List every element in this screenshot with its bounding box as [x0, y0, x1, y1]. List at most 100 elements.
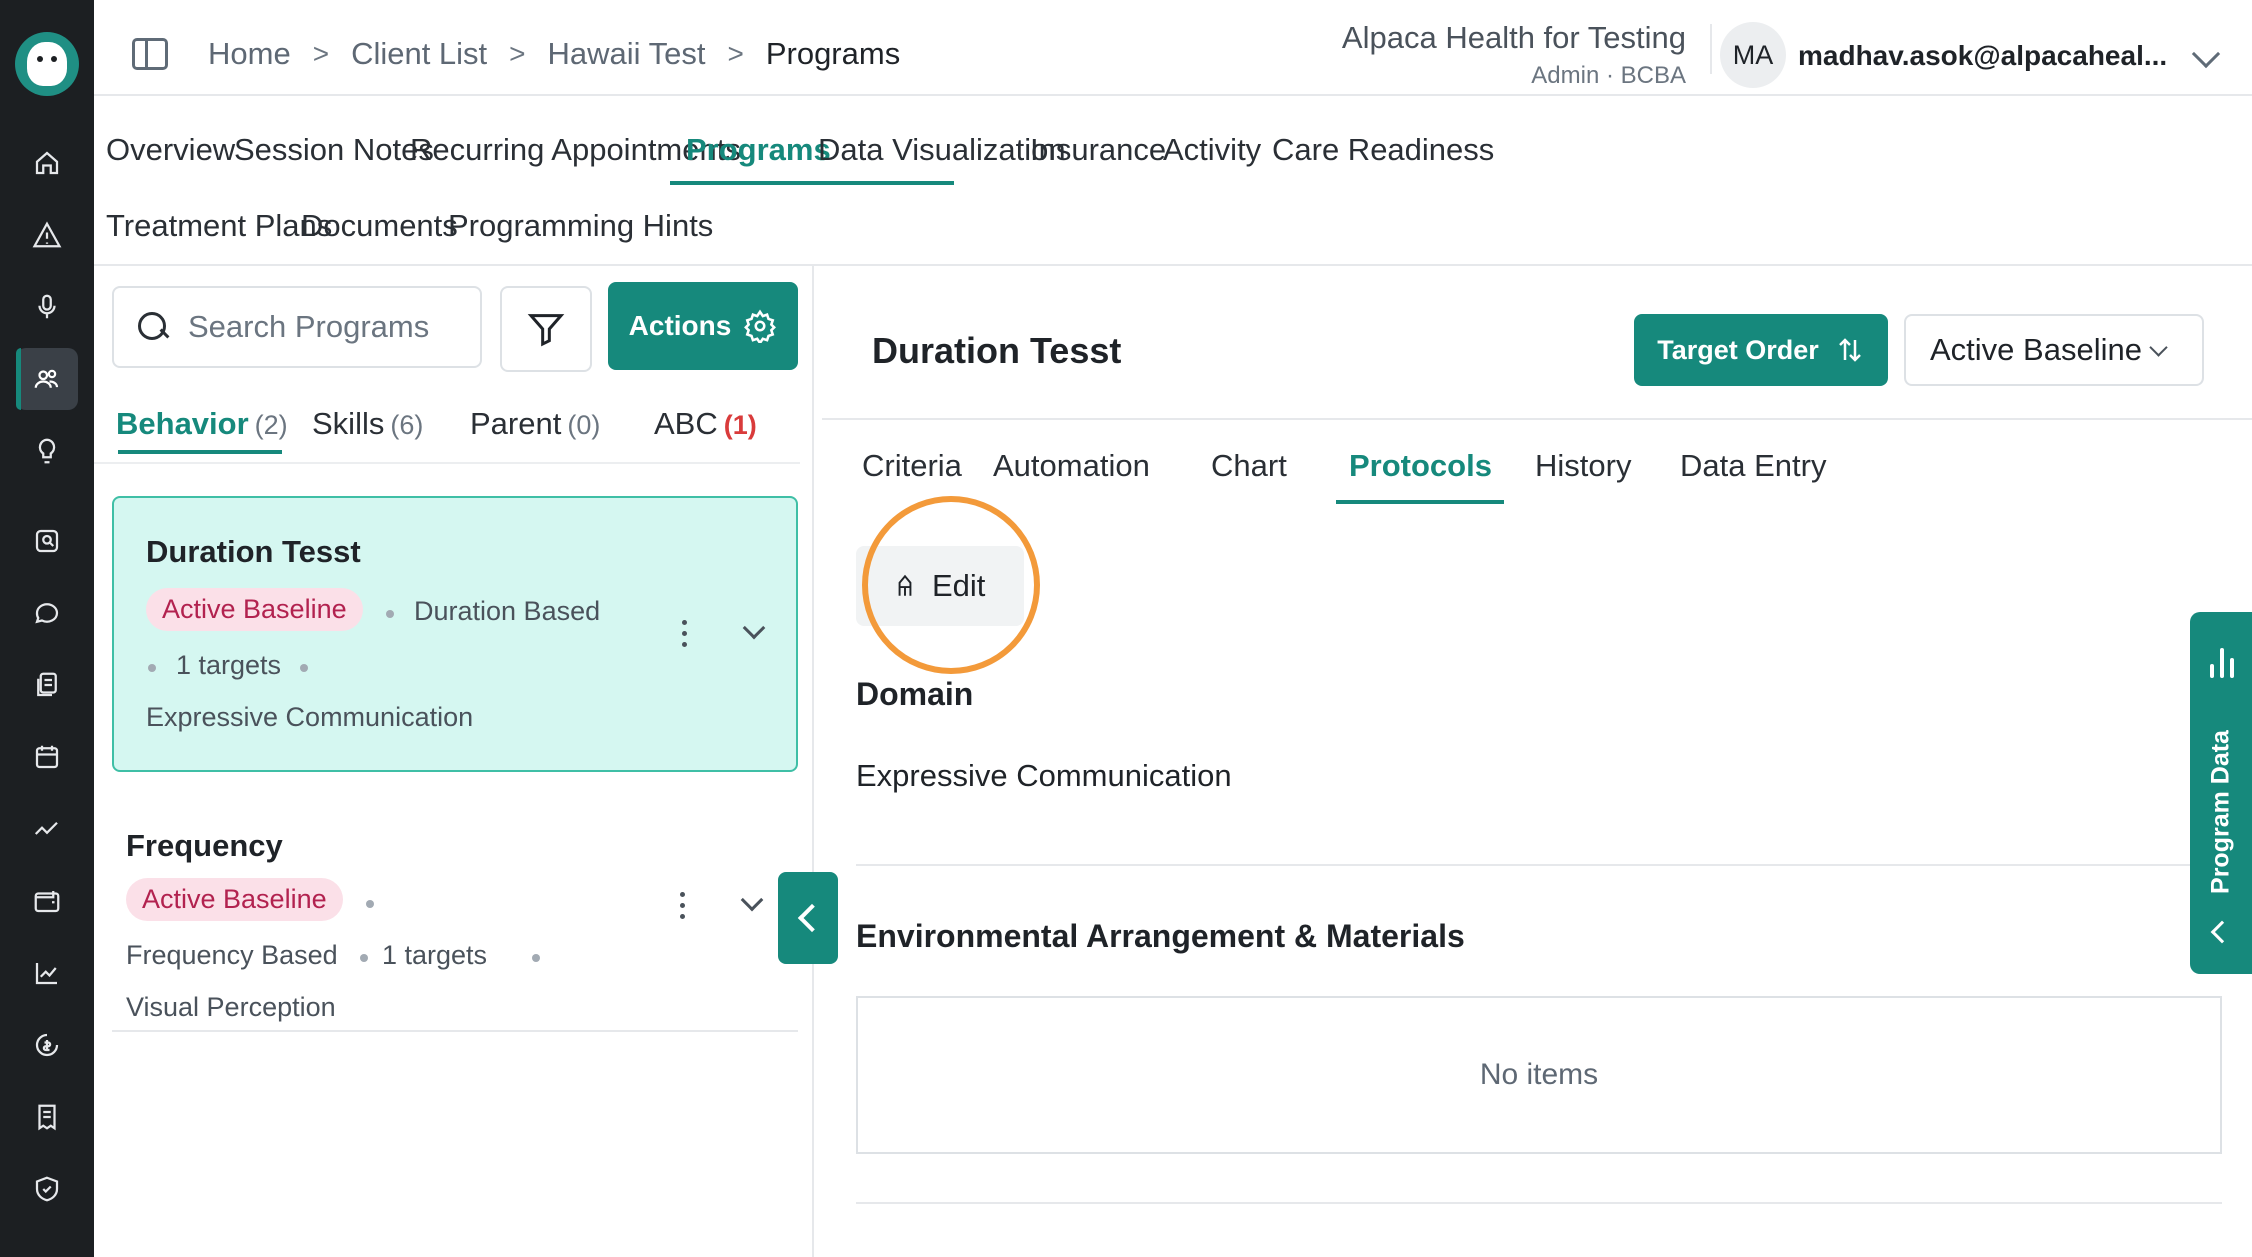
shield-check-icon[interactable]: [16, 1158, 78, 1220]
header-divider: [1710, 24, 1712, 74]
detail-active-tab-indicator: [1336, 500, 1504, 504]
divider: [822, 418, 2252, 420]
user-email[interactable]: madhav.asok@alpacaheal...: [1798, 40, 2178, 72]
top-header: Home > Client List > Hawaii Test > Progr…: [94, 0, 2252, 96]
calendar-icon[interactable]: [16, 726, 78, 788]
microphone-icon[interactable]: [16, 276, 78, 338]
documents-icon[interactable]: [16, 654, 78, 716]
target-order-button[interactable]: Target Order: [1634, 314, 1888, 386]
trend-icon[interactable]: [16, 798, 78, 860]
tab-abc-label: ABC: [654, 406, 718, 441]
edit-button[interactable]: Edit: [856, 546, 1024, 626]
tab-abc-count: (1): [723, 410, 757, 440]
receipt-icon[interactable]: [16, 1086, 78, 1148]
program-detail-title: Duration Tesst: [872, 330, 1122, 371]
tab-automation[interactable]: Automation: [993, 448, 1150, 484]
chat-icon[interactable]: [16, 582, 78, 644]
home-icon[interactable]: [16, 132, 78, 194]
program-targets: 1 targets: [382, 940, 488, 970]
actions-button[interactable]: Actions: [608, 282, 798, 370]
separator-dot: [386, 610, 394, 618]
chart-line-icon[interactable]: [16, 942, 78, 1004]
tab-programs[interactable]: Programs: [686, 132, 831, 168]
panel-toggle-icon[interactable]: [132, 38, 168, 70]
tab-skills-label: Skills: [312, 406, 385, 441]
tab-protocols[interactable]: Protocols: [1349, 448, 1492, 484]
tab-overview[interactable]: Overview: [106, 132, 235, 168]
tab-care-readiness[interactable]: Care Readiness: [1272, 132, 1494, 168]
tab-parent-label: Parent: [470, 406, 562, 441]
alpaca-logo[interactable]: [15, 32, 79, 96]
status-badge: Active Baseline: [146, 588, 363, 631]
alpaca-face-icon: [27, 42, 67, 86]
filter-icon: [527, 314, 565, 347]
alert-triangle-icon[interactable]: [16, 204, 78, 266]
program-card[interactable]: Duration Tesst Active Baseline Duration …: [112, 496, 798, 772]
chevron-left-icon: [797, 903, 827, 933]
status-badge: Active Baseline: [126, 878, 343, 921]
chevron-down-icon[interactable]: [2191, 39, 2221, 69]
tab-history[interactable]: History: [1535, 448, 1631, 484]
chevron-down-icon: [2149, 337, 2168, 357]
filter-button[interactable]: [500, 286, 592, 372]
avatar[interactable]: MA: [1720, 22, 1786, 88]
tab-session-notes[interactable]: Session Notes: [234, 132, 434, 168]
program-domain: Visual Perception: [126, 992, 336, 1022]
gear-icon: [744, 309, 777, 343]
tab-skills[interactable]: Skills (6): [312, 406, 423, 442]
organization-name: Alpaca Health for Testing: [1341, 20, 1686, 55]
tab-insurance[interactable]: Insurance: [1030, 132, 1166, 168]
collapse-panel-button[interactable]: [778, 872, 838, 964]
chevron-down-icon[interactable]: [742, 616, 766, 640]
tab-behavior-count: (2): [254, 410, 288, 440]
status-dropdown-value: Active Baseline: [1930, 332, 2142, 367]
breadcrumb-separator: >: [727, 38, 744, 69]
search-input[interactable]: [188, 309, 478, 345]
separator-dot: [532, 954, 540, 962]
tab-programming-hints[interactable]: Programming Hints: [448, 208, 713, 244]
status-dropdown[interactable]: Active Baseline: [1904, 314, 2204, 386]
tab-chart[interactable]: Chart: [1211, 448, 1287, 484]
separator-dot: [148, 664, 156, 672]
program-targets: 1 targets: [176, 650, 282, 680]
search-user-icon[interactable]: [16, 510, 78, 572]
tab-activity[interactable]: Activity: [1163, 132, 1261, 168]
more-options-icon[interactable]: [680, 892, 686, 925]
divider: [856, 864, 2222, 866]
more-options-icon[interactable]: [682, 620, 688, 653]
user-role: Admin · BCBA: [1531, 62, 1686, 89]
tab-behavior[interactable]: Behavior (2): [116, 406, 288, 442]
chevron-left-icon: [2210, 920, 2234, 944]
tab-parent-count: (0): [567, 410, 601, 440]
chevron-down-icon[interactable]: [740, 888, 764, 912]
bar-chart-icon: [2208, 646, 2236, 678]
wallet-icon[interactable]: [16, 870, 78, 932]
tab-data-visualization[interactable]: Data Visualization: [818, 132, 1066, 168]
breadcrumb-home[interactable]: Home: [208, 36, 291, 72]
search-icon: [138, 312, 168, 342]
program-card[interactable]: Frequency Active Baseline Frequency Base…: [112, 774, 798, 1032]
breadcrumb-separator: >: [509, 38, 526, 69]
tab-parent[interactable]: Parent (0): [470, 406, 600, 442]
breadcrumb-client-list[interactable]: Client List: [351, 36, 487, 72]
edit-label: Edit: [932, 568, 986, 603]
program-type: Duration Based: [414, 596, 601, 626]
lightbulb-icon[interactable]: [16, 420, 78, 482]
tab-data-entry[interactable]: Data Entry: [1680, 448, 1826, 484]
program-data-label: Program Data: [2206, 730, 2235, 894]
tab-criteria[interactable]: Criteria: [862, 448, 962, 484]
breadcrumb: Home > Client List > Hawaii Test > Progr…: [208, 36, 922, 72]
tab-abc[interactable]: ABC (1): [654, 406, 757, 442]
clients-icon[interactable]: [16, 348, 78, 410]
client-tabs: Overview Session Notes Recurring Appoint…: [94, 96, 2252, 266]
tab-skills-count: (6): [390, 410, 424, 440]
tab-documents[interactable]: Documents: [301, 208, 458, 244]
tab-treatment-plans[interactable]: Treatment Plans: [106, 208, 332, 244]
program-list-panel: Actions Behavior(2) Skills(6) Parent(0) …: [94, 266, 814, 1257]
domain-value: Expressive Communication: [856, 758, 1232, 793]
breadcrumb-client[interactable]: Hawaii Test: [548, 36, 706, 72]
program-title: Duration Tesst: [146, 534, 361, 569]
program-data-drawer[interactable]: Program Data: [2190, 612, 2252, 974]
tab-behavior-label: Behavior: [116, 406, 249, 441]
billing-icon[interactable]: [16, 1014, 78, 1076]
